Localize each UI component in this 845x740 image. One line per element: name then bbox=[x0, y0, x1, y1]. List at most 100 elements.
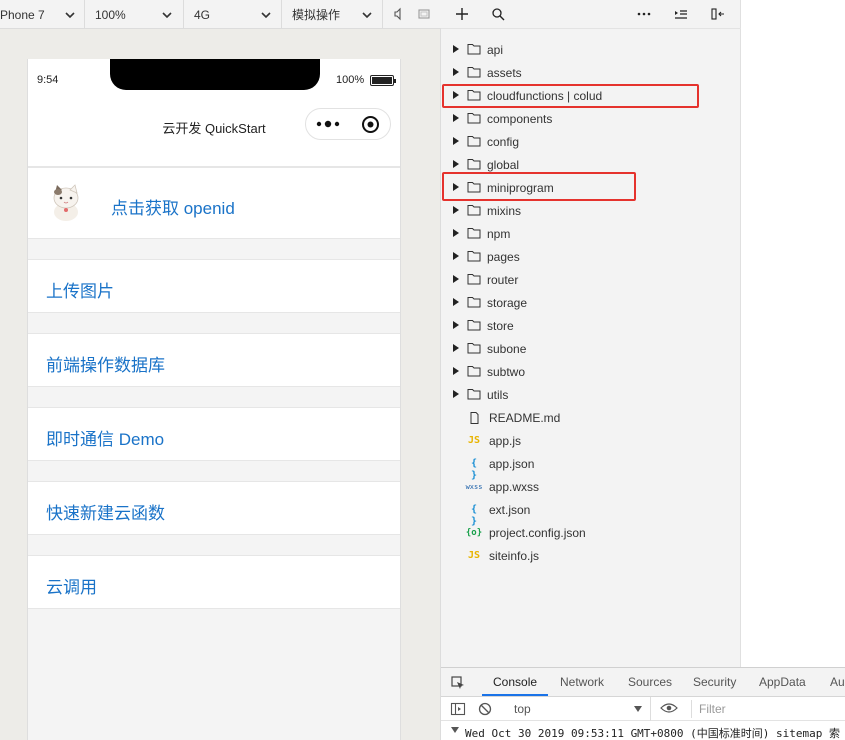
folder-icon bbox=[467, 113, 481, 124]
tree-file[interactable]: README.md bbox=[441, 406, 741, 429]
split-panel-icon[interactable] bbox=[711, 7, 725, 21]
zoom-select[interactable]: 100% bbox=[86, 0, 184, 29]
tree-folder-name: components bbox=[487, 112, 553, 126]
inspect-element-icon[interactable] bbox=[451, 676, 465, 690]
editor-area bbox=[741, 0, 845, 667]
more-dots-icon[interactable] bbox=[316, 118, 340, 130]
simulator-toolbar: Phone 7 100% 4G 模拟操作 bbox=[0, 0, 441, 29]
tree-folder[interactable]: router bbox=[441, 268, 741, 291]
simulate-operation-select[interactable]: 模拟操作 bbox=[283, 0, 383, 29]
expand-arrow-icon[interactable] bbox=[453, 229, 459, 237]
eye-icon[interactable] bbox=[660, 702, 678, 714]
tab-network[interactable]: Network bbox=[560, 675, 604, 689]
toggle-sidebar-icon[interactable] bbox=[450, 701, 466, 717]
console-log-line[interactable]: Wed Oct 30 2019 09:53:11 GMT+0800 (中国标准时… bbox=[441, 721, 845, 740]
tree-folder[interactable]: pages bbox=[441, 245, 741, 268]
tree-file[interactable]: wxss app.wxss bbox=[441, 475, 741, 498]
expand-arrow-icon[interactable] bbox=[453, 114, 459, 122]
cloud-call-row[interactable]: 云调用 bbox=[28, 555, 400, 609]
folder-icon bbox=[467, 343, 481, 354]
collapse-all-icon[interactable] bbox=[674, 7, 688, 21]
more-icon[interactable] bbox=[637, 7, 651, 21]
tree-folder[interactable]: store bbox=[441, 314, 741, 337]
folder-icon bbox=[467, 297, 481, 308]
tree-folder-name: cloudfunctions | colud bbox=[487, 89, 603, 103]
tree-folder-name: utils bbox=[487, 388, 509, 402]
expand-arrow-icon[interactable] bbox=[453, 344, 459, 352]
folder-icon bbox=[467, 389, 481, 400]
folder-icon bbox=[467, 205, 481, 216]
tab-appdata[interactable]: AppData bbox=[759, 675, 806, 689]
expand-arrow-icon[interactable] bbox=[453, 252, 459, 260]
new-cloud-function-row[interactable]: 快速新建云函数 bbox=[28, 481, 400, 535]
context-select[interactable]: top bbox=[507, 697, 651, 721]
tree-folder-name: assets bbox=[487, 66, 522, 80]
expand-arrow-icon[interactable] bbox=[453, 367, 459, 375]
expand-arrow-icon[interactable] bbox=[453, 68, 459, 76]
im-demo-label: 即时通信 Demo bbox=[46, 430, 165, 449]
tree-folder[interactable]: npm bbox=[441, 222, 741, 245]
database-row[interactable]: 前端操作数据库 bbox=[28, 333, 400, 387]
search-icon[interactable] bbox=[491, 7, 505, 21]
expand-arrow-icon[interactable] bbox=[453, 321, 459, 329]
new-cloud-function-label: 快速新建云函数 bbox=[46, 504, 165, 523]
tree-folder-name: subone bbox=[487, 342, 527, 356]
chevron-down-icon bbox=[65, 11, 75, 18]
expand-arrow-icon[interactable] bbox=[453, 275, 459, 283]
tree-folder[interactable]: storage bbox=[441, 291, 741, 314]
expand-arrow-icon[interactable] bbox=[453, 206, 459, 214]
tree-file[interactable]: { } app.json bbox=[441, 452, 741, 481]
tree-folder[interactable]: miniprogram bbox=[441, 176, 741, 199]
tree-file[interactable]: {o} project.config.json bbox=[441, 521, 741, 544]
window-icon[interactable] bbox=[417, 7, 431, 21]
tab-console[interactable]: Console bbox=[493, 675, 537, 689]
tree-folder[interactable]: config bbox=[441, 130, 741, 153]
filter-input[interactable] bbox=[691, 700, 845, 718]
folder-icon bbox=[467, 251, 481, 262]
tree-file[interactable]: JS siteinfo.js bbox=[441, 544, 741, 567]
tree-folder[interactable]: mixins bbox=[441, 199, 741, 222]
tab-audits[interactable]: Au bbox=[830, 675, 845, 689]
expand-arrow-icon[interactable] bbox=[453, 298, 459, 306]
avatar bbox=[53, 184, 79, 221]
add-icon[interactable] bbox=[455, 7, 469, 21]
volume-icon[interactable] bbox=[392, 7, 406, 21]
expand-arrow-icon[interactable] bbox=[453, 183, 459, 191]
tree-folder[interactable]: subtwo bbox=[441, 360, 741, 383]
upload-image-row[interactable]: 上传图片 bbox=[28, 259, 400, 313]
expand-caret-icon[interactable] bbox=[451, 727, 459, 733]
expand-arrow-icon[interactable] bbox=[453, 45, 459, 53]
tree-folder[interactable]: api bbox=[441, 38, 741, 61]
clear-console-icon[interactable] bbox=[478, 702, 492, 716]
expand-arrow-icon[interactable] bbox=[453, 390, 459, 398]
simulator-panel: Phone 7 100% 4G 模拟操作 9:54 100% 云开发 Quick… bbox=[0, 0, 441, 740]
tab-sources[interactable]: Sources bbox=[628, 675, 672, 689]
folder-icon bbox=[467, 136, 481, 147]
tree-file[interactable]: JS app.js bbox=[441, 429, 741, 452]
tree-folder[interactable]: assets bbox=[441, 61, 741, 84]
close-miniprogram-icon[interactable] bbox=[361, 115, 380, 134]
tree-folder[interactable]: utils bbox=[441, 383, 741, 406]
zoom-select-value: 100% bbox=[95, 7, 126, 22]
tree-file[interactable]: { } ext.json bbox=[441, 498, 741, 527]
tree-folder-name: router bbox=[487, 273, 519, 287]
context-select-value: top bbox=[514, 702, 531, 716]
tree-folder[interactable]: cloudfunctions | colud bbox=[441, 84, 741, 107]
simulate-operation-value: 模拟操作 bbox=[292, 8, 341, 22]
tab-security[interactable]: Security bbox=[693, 675, 736, 689]
device-select-value: Phone 7 bbox=[0, 7, 45, 22]
expand-arrow-icon[interactable] bbox=[453, 160, 459, 168]
device-select[interactable]: Phone 7 bbox=[0, 0, 85, 29]
expand-arrow-icon[interactable] bbox=[453, 91, 459, 99]
tree-folder[interactable]: components bbox=[441, 107, 741, 130]
file-icon bbox=[470, 412, 479, 424]
wxss-file-icon: wxss bbox=[465, 483, 483, 491]
status-time: 9:54 bbox=[37, 74, 59, 86]
expand-arrow-icon[interactable] bbox=[453, 137, 459, 145]
tree-folder[interactable]: subone bbox=[441, 337, 741, 360]
im-demo-row[interactable]: 即时通信 Demo bbox=[28, 407, 400, 461]
get-openid-row[interactable]: 点击获取 openid bbox=[28, 167, 400, 239]
tree-folder[interactable]: global bbox=[441, 153, 741, 176]
network-select[interactable]: 4G bbox=[185, 0, 282, 29]
tree-file-name: app.wxss bbox=[489, 480, 540, 494]
